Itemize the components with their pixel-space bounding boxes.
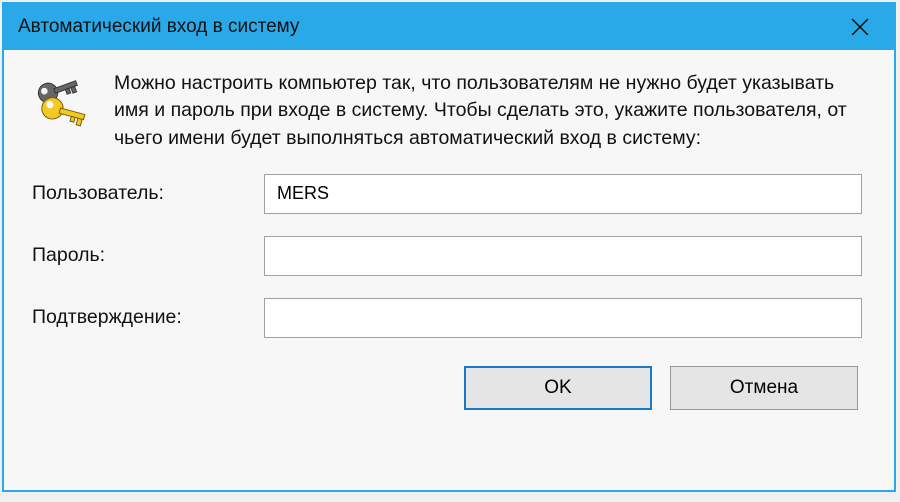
ok-button[interactable]: OK xyxy=(464,366,652,410)
password-input[interactable] xyxy=(264,236,862,276)
intro-section: Можно настроить компьютер так, что польз… xyxy=(32,70,862,152)
confirm-input[interactable] xyxy=(264,298,862,338)
password-label: Пароль: xyxy=(32,244,264,267)
close-icon xyxy=(851,18,869,36)
user-input[interactable] xyxy=(264,174,862,214)
confirm-row: Подтверждение: xyxy=(32,298,862,338)
user-row: Пользователь: xyxy=(32,174,862,214)
user-label: Пользователь: xyxy=(32,182,264,205)
dialog-body: Можно настроить компьютер так, что польз… xyxy=(4,50,894,428)
description-text: Можно настроить компьютер так, что польз… xyxy=(114,70,862,152)
confirm-label: Подтверждение: xyxy=(32,306,264,329)
titlebar: Автоматический вход в систему xyxy=(4,4,894,50)
dialog-window: Автоматический вход в систему xyxy=(2,2,896,492)
keys-icon xyxy=(32,70,96,152)
close-button[interactable] xyxy=(830,4,890,50)
cancel-button[interactable]: Отмена xyxy=(670,366,858,410)
button-row: OK Отмена xyxy=(32,366,862,410)
password-row: Пароль: xyxy=(32,236,862,276)
window-title: Автоматический вход в систему xyxy=(18,16,830,38)
